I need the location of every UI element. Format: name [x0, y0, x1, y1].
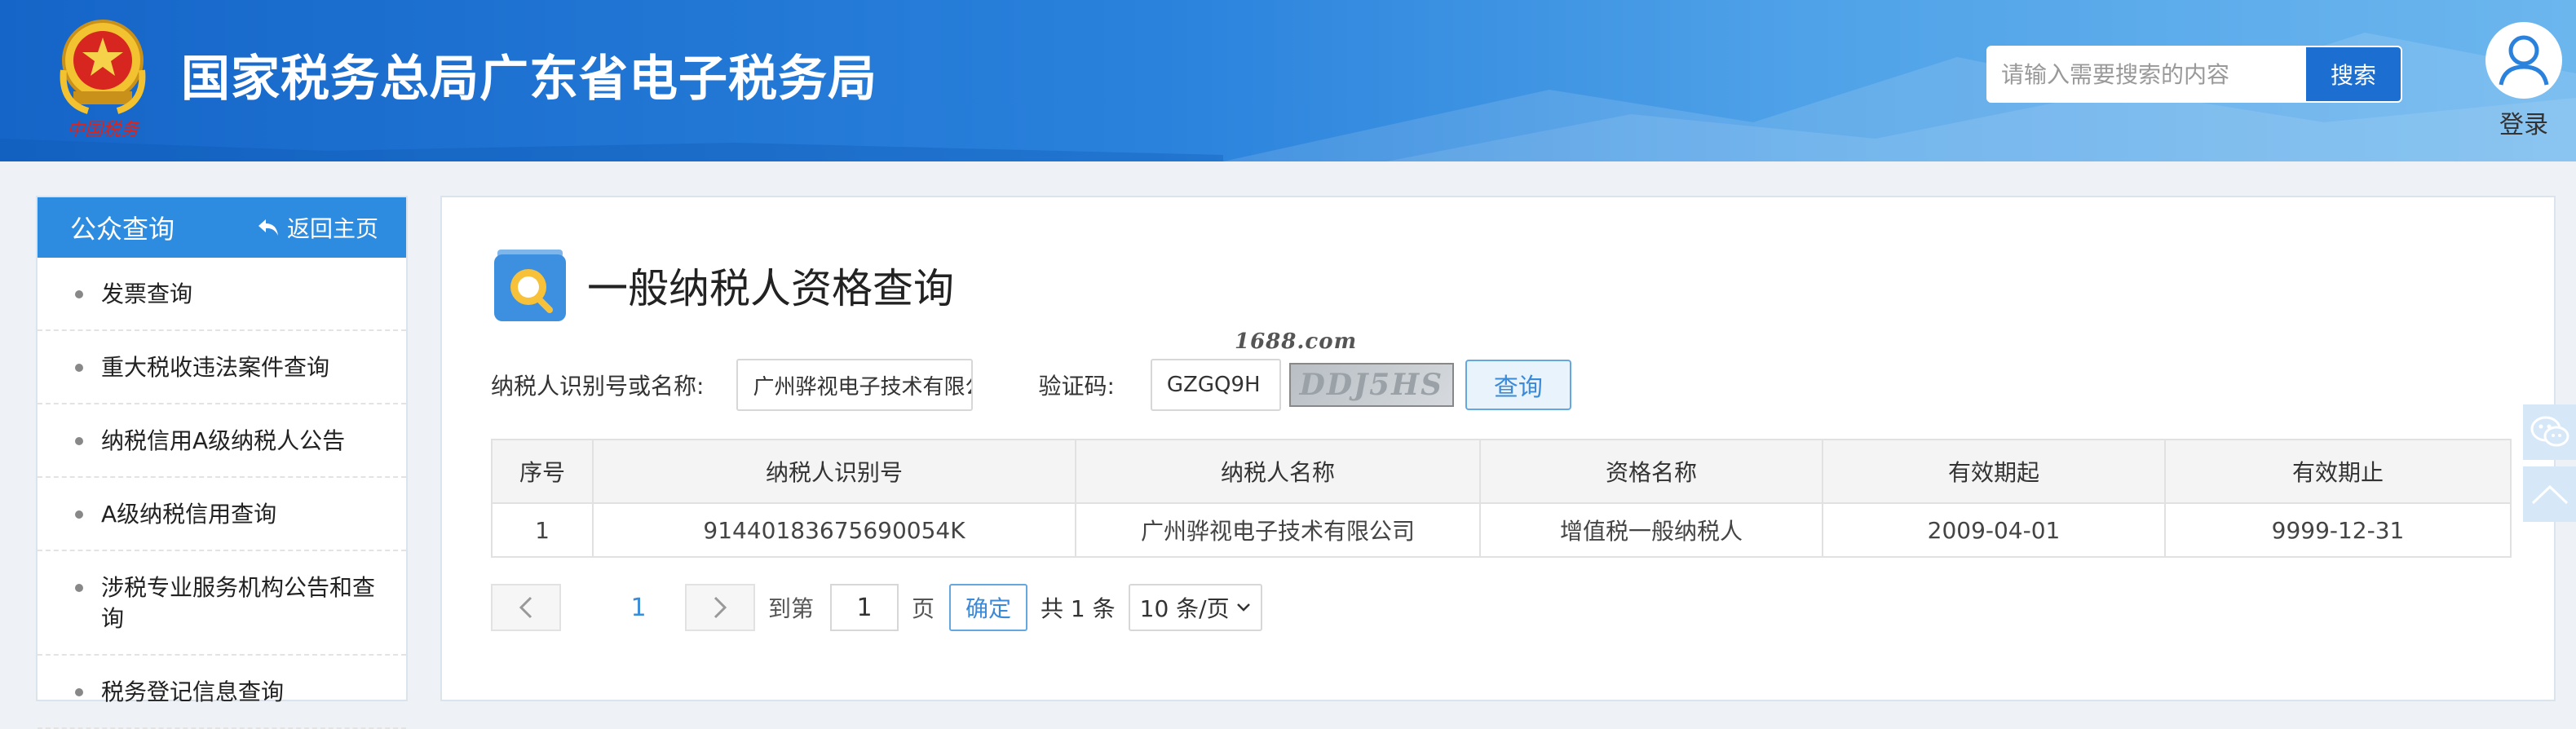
- goto-label: 到第: [768, 595, 815, 622]
- page-size-select[interactable]: 10 条/页: [1128, 584, 1262, 631]
- watermark: 1688.com: [1235, 329, 1358, 354]
- col-taxpayer-id: 纳税人识别号: [592, 439, 1076, 504]
- cell-taxpayer-name: 广州骅视电子技术有限公司: [1075, 502, 1481, 558]
- sidebar-header: 公众查询 返回主页: [38, 197, 406, 258]
- wechat-float-button[interactable]: [2523, 404, 2576, 460]
- page-unit-label: 页: [912, 595, 935, 622]
- next-page-button[interactable]: [685, 584, 755, 631]
- tax-emblem-logo: 中国税务: [46, 13, 160, 144]
- chevron-right-icon[interactable]: [713, 596, 727, 619]
- captcha-label: 验证码:: [1038, 373, 1115, 400]
- wechat-icon[interactable]: [2530, 415, 2570, 449]
- back-home-label[interactable]: 返回主页: [287, 211, 378, 244]
- main-panel: 一般纳税人资格查询 1688.com 纳税人识别号或名称: 广州骅视电子技术有限…: [440, 196, 2556, 701]
- login-button[interactable]: 登录: [2479, 20, 2569, 140]
- sidebar-item-major-violation[interactable]: 重大税收违法案件查询: [38, 331, 406, 404]
- query-form: 纳税人识别号或名称: 广州骅视电子技术有限公 验证码: GZGQ9H DDJ5H…: [491, 359, 1571, 411]
- reply-arrow-icon[interactable]: [258, 218, 279, 237]
- captcha-input[interactable]: GZGQ9H: [1150, 359, 1281, 411]
- search-button[interactable]: 搜索: [2306, 47, 2401, 101]
- page-title: 一般纳税人资格查询: [587, 265, 954, 312]
- table-header-row: 序号 纳税人识别号 纳税人名称 资格名称 有效期起 有效期止: [491, 439, 2512, 504]
- back-to-top-button[interactable]: [2523, 466, 2576, 522]
- site-header: 中国税务 国家税务总局广东省电子税务局 搜索 登录: [0, 0, 2576, 161]
- sidebar-item-registration-query[interactable]: 税务登记信息查询: [38, 656, 406, 729]
- col-index: 序号: [491, 439, 594, 504]
- back-home-link[interactable]: 返回主页: [258, 211, 378, 244]
- cell-index: 1: [491, 502, 594, 558]
- search-box: 搜索: [1986, 46, 2402, 103]
- taxpayer-label: 纳税人识别号或名称:: [491, 373, 705, 400]
- login-label[interactable]: 登录: [2479, 104, 2569, 140]
- sidebar-title: 公众查询: [70, 214, 175, 245]
- prev-page-button[interactable]: [491, 584, 561, 631]
- site-title: 国家税务总局广东省电子税务局: [181, 51, 877, 108]
- captcha-image[interactable]: DDJ5HS: [1288, 363, 1454, 407]
- pagination: 1 到第 1 页 确定 共 1 条 10 条/页: [491, 582, 1262, 633]
- sidebar-item-a-level-query[interactable]: A级纳税信用查询: [38, 478, 406, 551]
- search-input[interactable]: [1988, 47, 2306, 101]
- cell-valid-from: 2009-04-01: [1822, 502, 2166, 558]
- col-taxpayer-name: 纳税人名称: [1075, 439, 1481, 504]
- chevron-up-icon[interactable]: [2530, 482, 2570, 506]
- chevron-left-icon[interactable]: [519, 596, 533, 619]
- sidebar-item-tax-service-agency[interactable]: 涉税专业服务机构公告和查询: [38, 551, 406, 656]
- page-size-value[interactable]: 10 条/页: [1140, 591, 1230, 624]
- cell-valid-to: 9999-12-31: [2164, 502, 2512, 558]
- sidebar-item-invoice-query[interactable]: 发票查询: [38, 258, 406, 331]
- search-document-icon: [493, 248, 568, 323]
- chevron-down-icon[interactable]: [1236, 603, 1251, 612]
- page-number-current[interactable]: 1: [603, 594, 674, 622]
- user-avatar-icon[interactable]: [2483, 20, 2565, 101]
- cell-taxpayer-id: 91440183675690054K: [592, 502, 1076, 558]
- emblem-text: 中国税务: [67, 120, 140, 140]
- sidebar: 公众查询 返回主页 发票查询 重大税收违法案件查询 纳税信用A级纳税人公告 A级…: [36, 196, 408, 729]
- total-count: 共 1 条: [1041, 595, 1116, 622]
- col-valid-to: 有效期止: [2164, 439, 2512, 504]
- col-valid-from: 有效期起: [1822, 439, 2166, 504]
- query-button[interactable]: 查询: [1465, 360, 1571, 410]
- taxpayer-input[interactable]: 广州骅视电子技术有限公: [736, 359, 974, 411]
- goto-confirm-button[interactable]: 确定: [949, 584, 1028, 631]
- sidebar-item-a-level-notice[interactable]: 纳税信用A级纳税人公告: [38, 404, 406, 478]
- col-qualification: 资格名称: [1479, 439, 1823, 504]
- table-row: 1 91440183675690054K 广州骅视电子技术有限公司 增值税一般纳…: [491, 502, 2512, 558]
- goto-page-input[interactable]: 1: [830, 584, 899, 631]
- result-table: 序号 纳税人识别号 纳税人名称 资格名称 有效期起 有效期止 1 9144018…: [491, 439, 2512, 558]
- cell-qualification: 增值税一般纳税人: [1479, 502, 1823, 558]
